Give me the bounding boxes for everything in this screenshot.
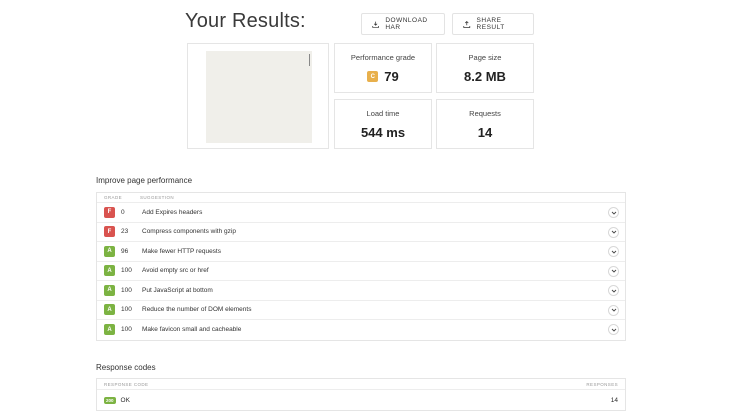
chevron-down-icon[interactable]: [608, 285, 619, 296]
load-time-value: 544 ms: [360, 125, 406, 140]
score-value: 96: [121, 247, 129, 255]
grade-badge: A: [104, 304, 115, 316]
score-value: 100: [121, 267, 132, 275]
status-text: OK: [120, 396, 130, 404]
score-value: 23: [121, 228, 129, 236]
grade-badge: C: [367, 71, 379, 82]
chevron-down-icon[interactable]: [608, 246, 619, 257]
status-code-badge: 200: [104, 396, 116, 404]
table-row[interactable]: A 100 Make favicon small and cacheable: [97, 320, 625, 340]
suggestion-text: Add Expires headers: [142, 208, 203, 216]
suggestion-text: Put JavaScript at bottom: [142, 286, 213, 294]
table-row[interactable]: A 100 Put JavaScript at bottom: [97, 281, 625, 301]
suggestion-text: Compress components with gzip: [142, 228, 236, 236]
share-icon: [463, 20, 471, 28]
response-count: 14: [610, 396, 618, 404]
score-value: 100: [121, 286, 132, 294]
performance-grade-card: Performance grade C 79: [334, 43, 432, 93]
table-row[interactable]: A 96 Make fewer HTTP requests: [97, 242, 625, 262]
performance-table: GRADE SUGGESTION F 0 Add Expires headers F 2…: [96, 192, 626, 341]
chevron-down-icon[interactable]: [608, 304, 619, 316]
grade-badge: F: [104, 226, 115, 238]
share-result-button[interactable]: SHARE RESULT: [452, 13, 534, 35]
page-screenshot-thumbnail: [187, 43, 329, 149]
screenshot-image: [206, 51, 312, 143]
suggestion-column-header: SUGGESTION: [140, 195, 175, 200]
requests-value: 14: [477, 125, 493, 140]
share-result-label: SHARE RESULT: [476, 17, 505, 31]
grade-badge: A: [104, 265, 115, 277]
score-value: 0: [121, 208, 125, 216]
grade-badge: A: [104, 284, 115, 296]
suggestion-text: Reduce the number of DOM elements: [142, 306, 252, 314]
screenshot-scrollbar: [309, 54, 310, 66]
response-table-header: RESPONSE CODE RESPONSES: [97, 379, 625, 390]
suggestion-text: Avoid empty src or href: [142, 267, 209, 275]
grade-badge: A: [104, 324, 115, 336]
load-time-card: Load time 544 ms: [334, 99, 432, 149]
suggestion-text: Make fewer HTTP requests: [142, 247, 221, 255]
suggestion-text: Make favicon small and cacheable: [142, 326, 242, 334]
results-title: Your Results:: [185, 10, 306, 32]
score-value: 100: [121, 326, 132, 334]
responses-column-header: RESPONSES: [586, 381, 618, 387]
table-row[interactable]: F 23 Compress components with gzip: [97, 223, 625, 242]
chevron-down-icon[interactable]: [608, 265, 619, 277]
requests-label: Requests: [469, 109, 501, 118]
load-time-label: Load time: [366, 109, 400, 118]
page-size-value: 8.2 MB: [464, 69, 506, 84]
grade-badge: F: [104, 206, 115, 218]
table-row: 200 OK 14: [97, 390, 625, 410]
improve-section-title: Improve page performance: [96, 176, 193, 185]
chevron-down-icon[interactable]: [608, 226, 619, 238]
page-size-card: Page size 8.2 MB: [436, 43, 534, 93]
grade-badge: A: [104, 245, 115, 257]
performance-grade-label: Performance grade: [350, 53, 416, 62]
chevron-down-icon[interactable]: [608, 324, 619, 335]
performance-grade-value: 79: [384, 69, 399, 84]
score-value: 100: [121, 306, 132, 314]
table-row[interactable]: A 100 Reduce the number of DOM elements: [97, 301, 625, 320]
response-section-title: Response codes: [96, 363, 156, 372]
page-size-label: Page size: [468, 53, 502, 62]
download-har-button[interactable]: DOWNLOAD HAR: [361, 13, 445, 35]
table-row[interactable]: F 0 Add Expires headers: [97, 203, 625, 223]
download-har-label: DOWNLOAD HAR: [385, 17, 428, 31]
table-header: GRADE SUGGESTION: [97, 193, 625, 203]
chevron-down-icon[interactable]: [608, 207, 619, 218]
download-icon: [372, 21, 379, 28]
grade-column-header: GRADE: [104, 195, 123, 200]
response-codes-table: RESPONSE CODE RESPONSES 200 OK 14: [96, 378, 626, 411]
table-row[interactable]: A 100 Avoid empty src or href: [97, 262, 625, 281]
response-code-column-header: RESPONSE CODE: [104, 381, 149, 387]
requests-card: Requests 14: [436, 99, 534, 149]
